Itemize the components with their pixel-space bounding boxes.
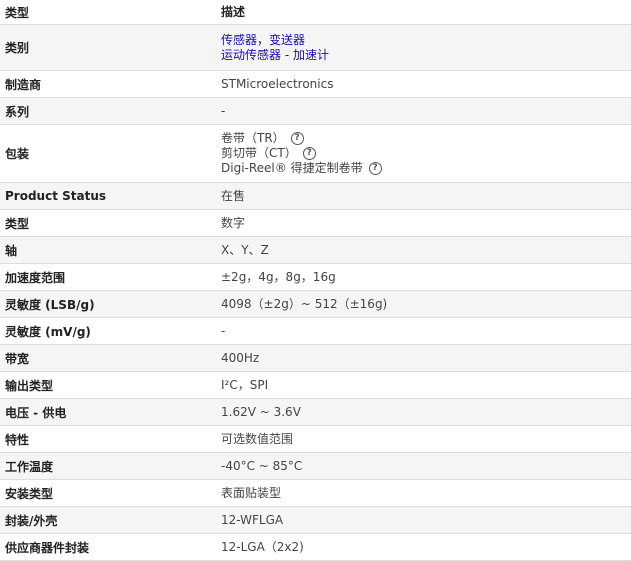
spec-row-label: 输出类型 [5,378,54,393]
spec-row-value: -40°C ~ 85°C [221,458,303,473]
spec-row-value: 数字 [221,215,246,230]
spec-row-value: 在售 [221,188,246,203]
spec-row-label: 灵敏度 (mV/g) [5,324,91,339]
spec-row: 轴 X、Y、Z [0,237,631,264]
spec-row: 工作温度 -40°C ~ 85°C [0,453,631,480]
spec-row-label: 类型 [5,216,30,231]
spec-row-value: 400Hz [221,350,260,365]
spec-row-label: 加速度范围 [5,270,66,285]
spec-row-label: 灵敏度 (LSB/g) [5,297,95,312]
spec-row-label: Product Status [5,189,107,203]
row-manufacturer: 制造商 STMicroelectronics [0,71,631,98]
spec-row: 灵敏度 (LSB/g) 4098（±2g）~ 512（±16g) [0,291,631,318]
category-label: 类别 [5,41,30,55]
packaging-item-label: Digi-Reel® 得捷定制卷带 [221,161,363,175]
row-packaging: 包装 卷带（TR） ? 剪切带（CT） ? Digi-Reel® 得捷定制卷带 … [0,125,631,183]
spec-row-value: X、Y、Z [221,242,269,257]
spec-row: Product Status 在售 [0,183,631,210]
spec-row: 类型 数字 [0,210,631,237]
row-series: 系列 - [0,98,631,125]
spec-row: 封装/外壳 12-WFLGA [0,507,631,534]
row-category: 类别 传感器，变送器 运动传感器 - 加速计 [0,25,631,71]
spec-row: 灵敏度 (mV/g) - [0,318,631,345]
spec-row-value: ±2g，4g，8g，16g [221,269,336,284]
packaging-label: 包装 [5,147,30,161]
spec-row: 电压 - 供电 1.62V ~ 3.6V [0,399,631,426]
table-header-row: 类型 描述 [0,0,631,25]
header-type: 类型 [5,5,30,20]
help-circle-icon[interactable]: ? [290,132,304,145]
spec-row: 加速度范围 ±2g，4g，8g，16g [0,264,631,291]
header-description: 描述 [221,4,246,19]
series-label: 系列 [5,104,30,119]
manufacturer-value: STMicroelectronics [221,76,334,91]
spec-row-label: 带宽 [5,351,30,366]
manufacturer-label: 制造商 [5,77,42,92]
spec-row-value: 可选数值范围 [221,431,294,446]
category-link-sensors[interactable]: 传感器，变送器 [221,33,631,48]
category-value: 传感器，变送器 运动传感器 - 加速计 [216,25,631,70]
spec-row: 供应商器件封装 12-LGA（2x2) [0,534,631,561]
spec-row-label: 供应商器件封装 [5,540,90,555]
spec-row-value: 1.62V ~ 3.6V [221,404,301,419]
packaging-value: 卷带（TR） ? 剪切带（CT） ? Digi-Reel® 得捷定制卷带 ? [216,125,631,182]
spec-row-value: 12-LGA（2x2) [221,539,304,554]
spec-row-value: I²C，SPI [221,377,269,392]
packaging-item-ct: 剪切带（CT） ? [221,146,631,161]
spec-row-value: - [221,323,226,338]
help-circle-icon[interactable]: ? [368,162,382,175]
spec-row-label: 封装/外壳 [5,513,58,528]
spec-row: 特性 可选数值范围 [0,426,631,453]
help-circle-icon[interactable]: ? [302,147,316,160]
category-link-accelerometers[interactable]: 运动传感器 - 加速计 [221,48,631,63]
packaging-item-label: 剪切带（CT） [221,146,297,160]
spec-row-value: 4098（±2g）~ 512（±16g) [221,296,388,311]
spec-row: 输出类型 I²C，SPI [0,372,631,399]
packaging-item-tr: 卷带（TR） ? [221,131,631,146]
spec-row-label: 电压 - 供电 [5,405,67,420]
spec-row-label: 轴 [5,243,18,258]
spec-row-value: 表面贴装型 [221,485,282,500]
spec-row-label: 特性 [5,432,30,447]
spec-table: 类型 描述 类别 传感器，变送器 运动传感器 - 加速计 制造商 STMicro… [0,0,631,561]
spec-row-value: 12-WFLGA [221,512,284,527]
spec-row: 安装类型 表面贴装型 [0,480,631,507]
series-value: - [221,103,226,118]
packaging-item-label: 卷带（TR） [221,131,285,145]
packaging-item-digireel: Digi-Reel® 得捷定制卷带 ? [221,161,631,176]
spec-row-label: 安装类型 [5,486,54,501]
spec-row: 带宽 400Hz [0,345,631,372]
spec-row-label: 工作温度 [5,459,54,474]
